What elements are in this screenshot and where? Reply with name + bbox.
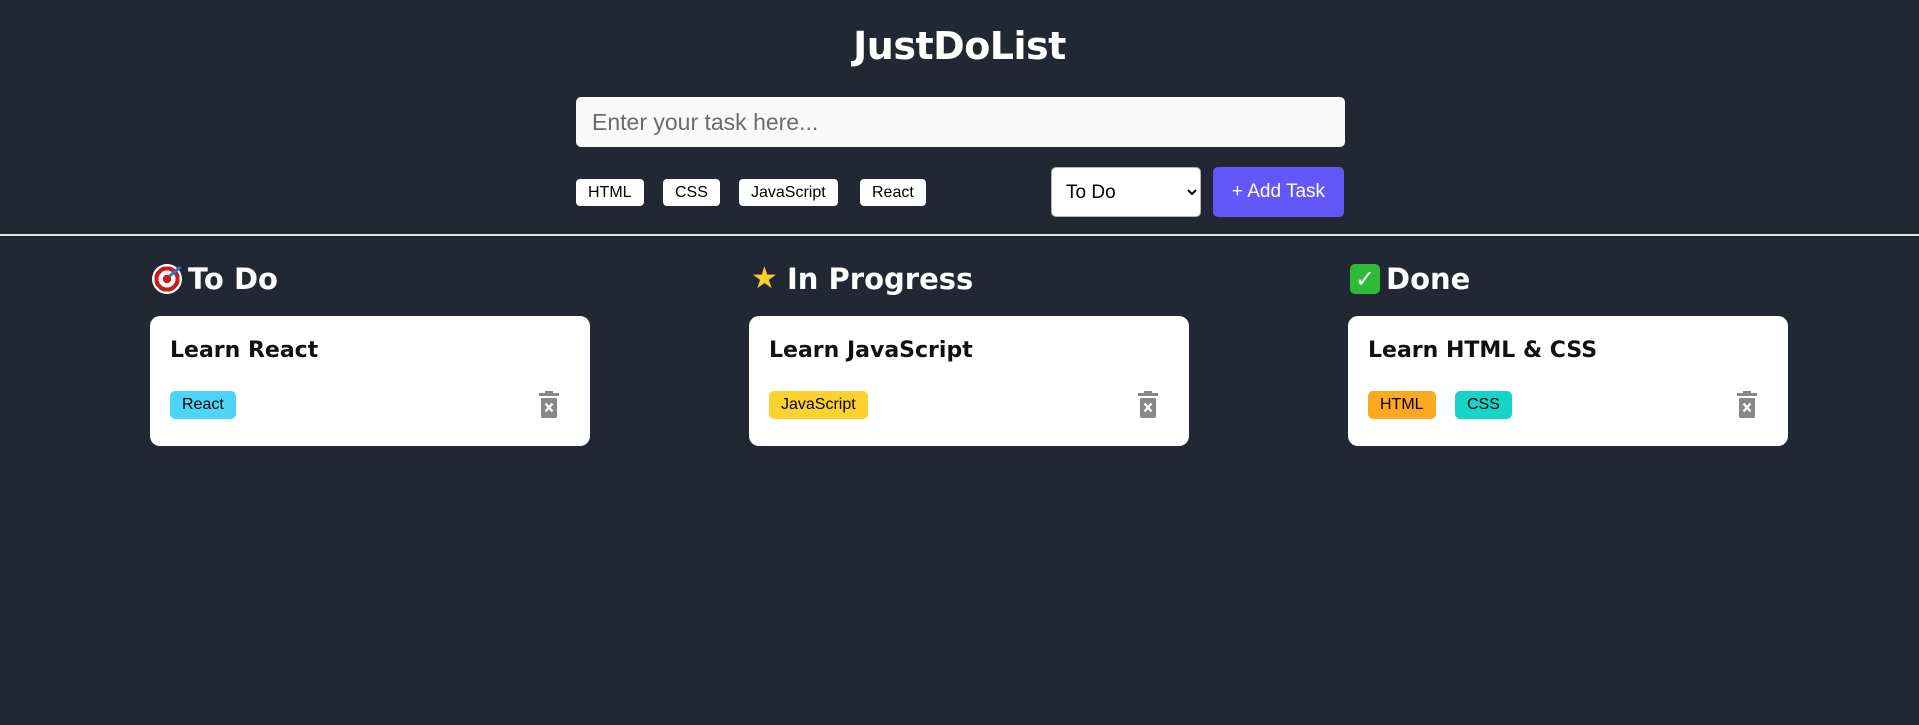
task-tag: CSS [1455,391,1512,419]
trash-icon[interactable] [538,391,560,419]
task-input[interactable] [576,97,1345,147]
task-tag: JavaScript [769,391,868,419]
column-in-progress: ★ In Progress Learn JavaScript JavaScrip… [749,260,1189,446]
column-done: ✓ Done Learn HTML & CSS HTML CSS [1348,260,1788,446]
column-heading-todo: To Do [150,260,590,298]
status-select[interactable]: To Do [1051,167,1201,217]
tag-button-javascript[interactable]: JavaScript [739,179,838,206]
tag-button-css[interactable]: CSS [663,179,720,206]
task-tag: HTML [1368,391,1436,419]
task-tag: React [170,391,236,419]
column-heading-done: ✓ Done [1348,260,1788,298]
task-title: Learn React [170,338,319,363]
target-icon [150,262,184,296]
trash-icon[interactable] [1137,391,1159,419]
column-title: Done [1386,262,1471,296]
column-todo: To Do Learn React React [150,260,590,446]
task-card[interactable]: Learn HTML & CSS HTML CSS [1348,316,1788,446]
task-card[interactable]: Learn JavaScript JavaScript [749,316,1189,446]
add-task-button[interactable]: + Add Task [1213,167,1344,217]
tag-button-html[interactable]: HTML [576,179,644,206]
app-title: JustDoList [853,24,1066,68]
column-heading-in-progress: ★ In Progress [749,260,1189,298]
check-icon: ✓ [1348,262,1382,296]
task-card[interactable]: Learn React React [150,316,590,446]
star-icon: ★ [751,261,778,296]
task-form-header: JustDoList HTML CSS JavaScript React To … [0,0,1919,236]
tag-button-react[interactable]: React [860,179,926,206]
task-title: Learn JavaScript [769,338,973,363]
trash-icon[interactable] [1736,391,1758,419]
column-title: To Do [188,262,278,296]
task-title: Learn HTML & CSS [1368,338,1598,363]
column-title: In Progress [787,262,974,296]
